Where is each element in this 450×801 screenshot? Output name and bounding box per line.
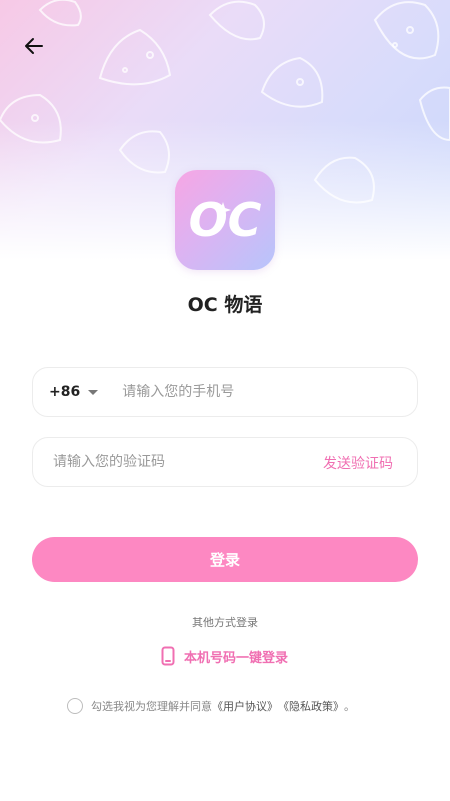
agreement-checkbox[interactable] xyxy=(67,698,83,714)
app-logo: OC xyxy=(175,170,275,270)
other-login-label: 其他方式登录 xyxy=(192,616,258,629)
agreement-suffix: 。 xyxy=(344,700,355,713)
caret-down-icon xyxy=(88,389,99,395)
agreement-prefix: 勾选我视为您理解并同意 xyxy=(91,700,212,713)
app-name: OC 物语 xyxy=(187,294,263,316)
verification-code-input[interactable] xyxy=(53,454,283,470)
country-code: +86 xyxy=(49,384,81,400)
logo-text: OC xyxy=(189,193,262,247)
one-key-login-button[interactable]: 本机号码一键登录 xyxy=(161,645,288,667)
phone-icon xyxy=(161,646,175,666)
one-key-login-label: 本机号码一键登录 xyxy=(184,650,289,666)
privacy-policy-link[interactable]: 《隐私政策》 xyxy=(278,698,344,714)
app-logo-mark: OC xyxy=(189,193,262,247)
agreement-row: 勾选我视为您理解并同意 《用户协议》 《隐私政策》 。 xyxy=(67,697,355,715)
user-agreement-link[interactable]: 《用户协议》 xyxy=(212,698,278,714)
back-button[interactable] xyxy=(20,32,48,60)
arrow-left-icon xyxy=(25,38,43,54)
phone-field: +86 xyxy=(32,367,418,417)
login-button[interactable]: 登录 xyxy=(32,537,418,582)
code-field: 发送验证码 xyxy=(32,437,418,487)
phone-input[interactable] xyxy=(122,384,383,400)
send-code-button[interactable]: 发送验证码 xyxy=(323,453,393,473)
country-code-selector[interactable]: +86 xyxy=(49,384,99,400)
